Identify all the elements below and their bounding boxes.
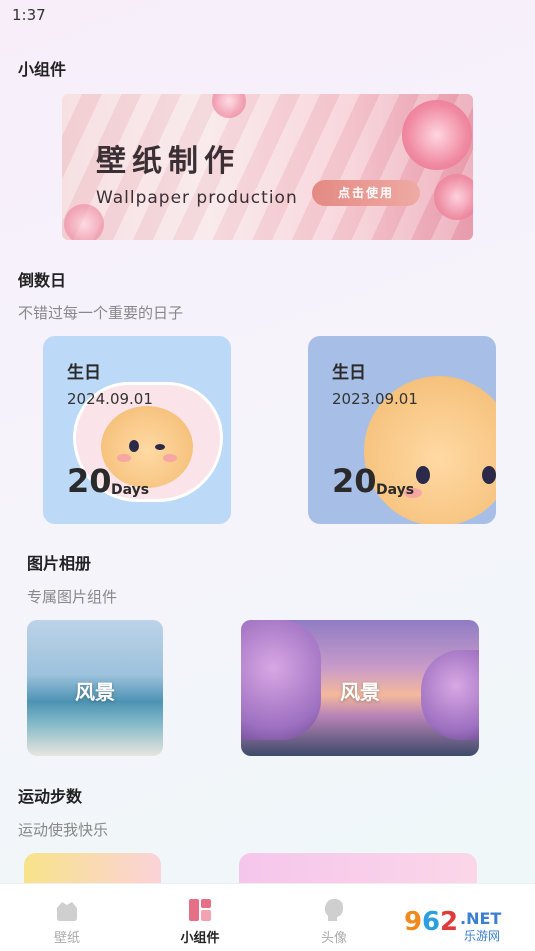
- flower-decoration: [402, 100, 472, 170]
- album-photo-label: 风景: [340, 680, 380, 704]
- countdown-label: 生日: [67, 363, 101, 383]
- wallpaper-icon: [57, 902, 77, 921]
- bear-eye: [155, 444, 165, 450]
- svg-text:9: 9: [404, 907, 422, 937]
- flower-decoration: [64, 204, 104, 240]
- status-bar: 1:37: [0, 0, 535, 30]
- svg-text:6: 6: [422, 907, 440, 937]
- steps-subtitle: 运动使我快乐: [18, 821, 109, 839]
- countdown-label: 生日: [332, 363, 366, 383]
- tab-widgets[interactable]: 小组件: [150, 884, 250, 951]
- wallpaper-maker-banner[interactable]: 壁纸制作 Wallpaper production 点击使用: [62, 94, 473, 240]
- steps-title: 运动步数: [18, 787, 83, 806]
- album-photo-seascape[interactable]: 风景: [27, 620, 163, 756]
- flower-decoration: [434, 174, 473, 220]
- tab-label: 头像: [320, 931, 347, 946]
- countdown-card[interactable]: 生日 2024.09.01 20 Days: [43, 336, 231, 524]
- album-photo-label: 风景: [75, 680, 115, 704]
- bear-cheek: [163, 454, 177, 462]
- banner-title-cn: 壁纸制作: [96, 144, 240, 179]
- bear-cheek: [117, 454, 131, 462]
- use-now-button[interactable]: 点击使用: [312, 180, 420, 206]
- album-title: 图片相册: [27, 554, 92, 573]
- widgets-title: 小组件: [18, 60, 67, 79]
- tab-avatar[interactable]: 头像: [284, 884, 384, 951]
- album-photo-lakeside[interactable]: 风景: [241, 620, 479, 756]
- bear-eye: [482, 466, 496, 484]
- countdown-days: 20: [67, 462, 112, 500]
- watermark-logo-icon: 9 6 2 .NET 乐游网: [398, 904, 530, 944]
- countdown-card[interactable]: 生日 2023.09.01 20 Days: [308, 336, 496, 524]
- countdown-unit: Days: [376, 482, 415, 498]
- countdown-date: 2023.09.01: [332, 390, 418, 408]
- album-subtitle: 专属图片组件: [27, 588, 118, 606]
- status-time: 1:37: [12, 6, 46, 24]
- svg-text:2: 2: [440, 907, 458, 937]
- tab-label: 小组件: [180, 931, 220, 946]
- tab-wallpaper[interactable]: 壁纸: [17, 884, 117, 951]
- tab-label: 壁纸: [53, 931, 80, 946]
- countdown-days: 20: [332, 462, 377, 500]
- avatar-icon: [324, 899, 344, 921]
- banner-title-en: Wallpaper production: [96, 188, 298, 208]
- bear-eye: [416, 466, 430, 484]
- countdown-unit: Days: [111, 482, 150, 498]
- bear-illustration: [101, 406, 193, 488]
- countdown-subtitle: 不错过每一个重要的日子: [18, 304, 184, 322]
- site-watermark: 9 6 2 .NET 乐游网: [398, 900, 530, 946]
- countdown-date: 2024.09.01: [67, 390, 153, 408]
- countdown-title: 倒数日: [18, 271, 67, 290]
- widgets-icon: [189, 899, 211, 921]
- svg-text:乐游网: 乐游网: [464, 929, 500, 943]
- svg-text:.NET: .NET: [460, 909, 501, 928]
- bear-eye: [129, 440, 139, 452]
